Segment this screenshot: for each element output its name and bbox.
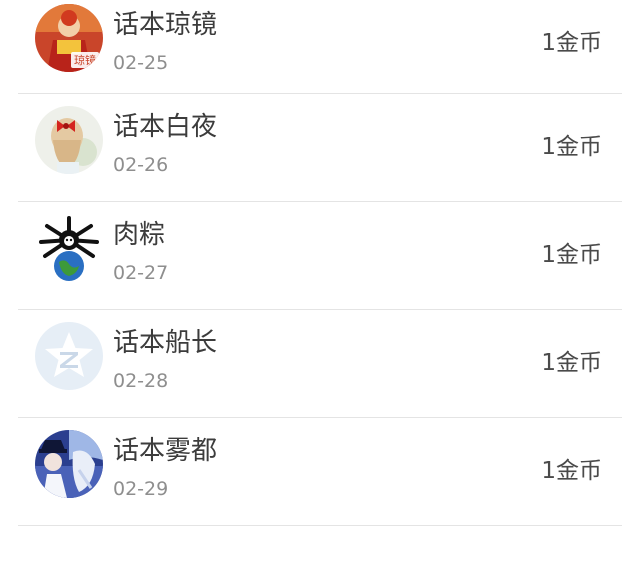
list-item[interactable]: 话本白夜 02-26 1金币 xyxy=(18,94,622,202)
transaction-date: 02-26 xyxy=(113,154,169,176)
sender-name: 话本琼镜 xyxy=(113,10,218,40)
avatar-badge-text: 琼镜 xyxy=(74,53,96,67)
sender-name: 话本白夜 xyxy=(113,112,218,142)
transaction-date: 02-25 xyxy=(113,52,169,74)
transaction-date: 02-27 xyxy=(113,262,169,284)
sender-name: 话本雾都 xyxy=(113,436,218,466)
list-item[interactable]: 话本船长 02-28 1金币 xyxy=(18,310,622,418)
transaction-date: 02-29 xyxy=(113,478,169,500)
anime-blue-avatar-icon[interactable] xyxy=(35,430,103,498)
sender-name: 肉粽 xyxy=(113,220,166,250)
coin-amount: 1金币 xyxy=(541,242,602,268)
qzone-star-avatar-icon[interactable] xyxy=(35,322,103,390)
transaction-list: 琼镜 话本琼镜 02-25 1金币 话本白夜 02-26 1金币 肉粽 02-2… xyxy=(0,0,640,526)
coin-amount: 1金币 xyxy=(541,134,602,160)
list-item[interactable]: 肉粽 02-27 1金币 xyxy=(18,202,622,310)
spider-globe-avatar-icon[interactable] xyxy=(35,214,103,282)
transaction-date: 02-28 xyxy=(113,370,169,392)
coin-amount: 1金币 xyxy=(541,458,602,484)
coin-amount: 1金币 xyxy=(541,30,602,56)
red-costume-avatar-icon[interactable]: 琼镜 xyxy=(35,4,103,72)
list-item[interactable]: 话本雾都 02-29 1金币 xyxy=(18,418,622,526)
list-item[interactable]: 琼镜 话本琼镜 02-25 1金币 xyxy=(18,0,622,94)
girl-red-bow-avatar-icon[interactable] xyxy=(35,106,103,174)
sender-name: 话本船长 xyxy=(113,328,218,358)
coin-amount: 1金币 xyxy=(541,350,602,376)
